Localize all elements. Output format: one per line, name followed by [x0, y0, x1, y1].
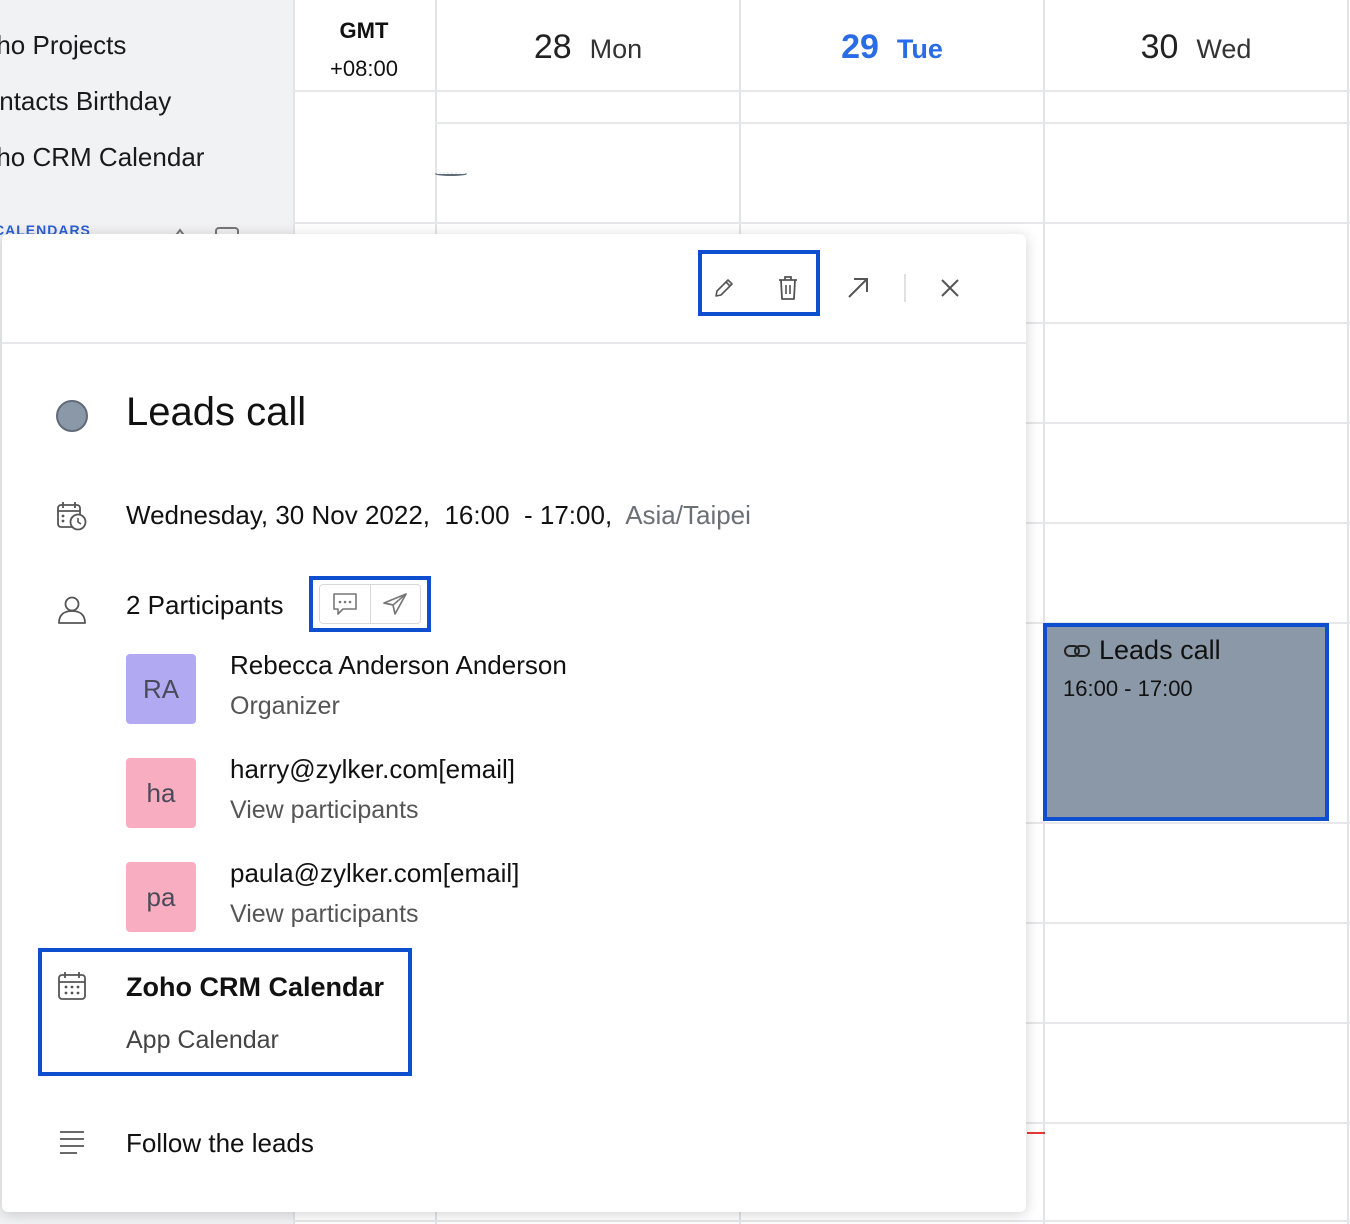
day-number: 29 — [841, 28, 879, 66]
delete-button[interactable] — [768, 268, 808, 308]
day-header-tue-today[interactable]: 29 Tue — [741, 28, 1043, 80]
arrow-up-right-icon — [848, 278, 868, 298]
close-icon — [941, 279, 959, 297]
event-date: Wednesday, 30 Nov 2022, — [126, 500, 431, 530]
day-header-mon[interactable]: 28 Mon — [437, 28, 739, 80]
day-name: Wed — [1196, 34, 1252, 64]
event-start: 16:00 — [444, 500, 510, 530]
event-end: - 17:00, — [524, 500, 613, 530]
event-datetime: Wednesday, 30 Nov 2022, 16:00 - 17:00, A… — [126, 500, 751, 531]
trash-icon — [779, 276, 797, 300]
edit-button[interactable] — [704, 268, 744, 308]
day-header-wed[interactable]: 30 Wed — [1045, 28, 1347, 80]
highlight-calendar — [38, 948, 412, 1076]
timezone-header: GMT +08:00 — [293, 12, 435, 88]
person-icon — [52, 590, 92, 630]
view-participants-link[interactable]: View participants — [230, 796, 419, 825]
chat-button[interactable] — [320, 585, 370, 623]
current-time-indicator — [1027, 1132, 1045, 1134]
event-color-dot — [52, 396, 92, 436]
day-number: 30 — [1140, 28, 1179, 66]
event-timezone: Asia/Taipei — [625, 500, 751, 530]
event-description: Follow the leads — [126, 1128, 314, 1158]
avatar: pa — [126, 862, 196, 932]
sidebar-item-zoho-projects[interactable]: Zoho Projects — [0, 30, 126, 61]
pencil-icon — [715, 279, 733, 297]
calendar-clock-icon — [52, 496, 92, 536]
send-email-button[interactable] — [369, 585, 421, 623]
day-number: 28 — [533, 28, 572, 66]
link-icon — [1064, 644, 1090, 657]
avatar: ha — [126, 758, 196, 828]
timezone-offset: +08:00 — [330, 56, 398, 81]
event-details-popup: Leads call Wednesday, 30 Nov 2022, 16:00… — [2, 234, 1026, 1212]
participant-name: Rebecca Anderson Anderson — [230, 650, 567, 680]
chat-icon — [332, 593, 357, 615]
timezone-gmt: GMT — [339, 18, 389, 43]
event-title: Leads call — [126, 390, 307, 434]
sidebar-item-zoho-crm-calendar[interactable]: Zoho CRM Calendar — [0, 142, 204, 173]
toolbar-separator — [904, 274, 906, 302]
calendar-name: Zoho CRM Calendar — [126, 972, 385, 1002]
event-title: Leads call — [1099, 635, 1221, 665]
event-block-leads-call[interactable]: Leads call 16:00 - 17:00 — [1043, 623, 1329, 821]
sidebar-item-contacts-birthday[interactable]: Contacts Birthday — [0, 86, 171, 117]
close-button[interactable] — [930, 268, 970, 308]
participant-role: Organizer — [230, 692, 340, 720]
avatar: RA — [126, 654, 196, 724]
open-full-view-button[interactable] — [838, 268, 878, 308]
day-name: Mon — [589, 34, 643, 64]
participant-email: paula@zylker.com[email] — [230, 858, 520, 888]
participants-count: 2 Participants — [126, 590, 284, 620]
event-time: 16:00 - 17:00 — [1063, 676, 1193, 701]
calendar-icon — [52, 966, 92, 1006]
send-icon — [383, 593, 408, 615]
day-name: Tue — [896, 34, 943, 64]
calendar-type: App Calendar — [126, 1026, 279, 1054]
participant-email: harry@zylker.com[email] — [230, 754, 516, 784]
description-icon — [52, 1122, 92, 1162]
participant-actions — [309, 576, 431, 632]
view-participants-link[interactable]: View participants — [230, 900, 419, 929]
